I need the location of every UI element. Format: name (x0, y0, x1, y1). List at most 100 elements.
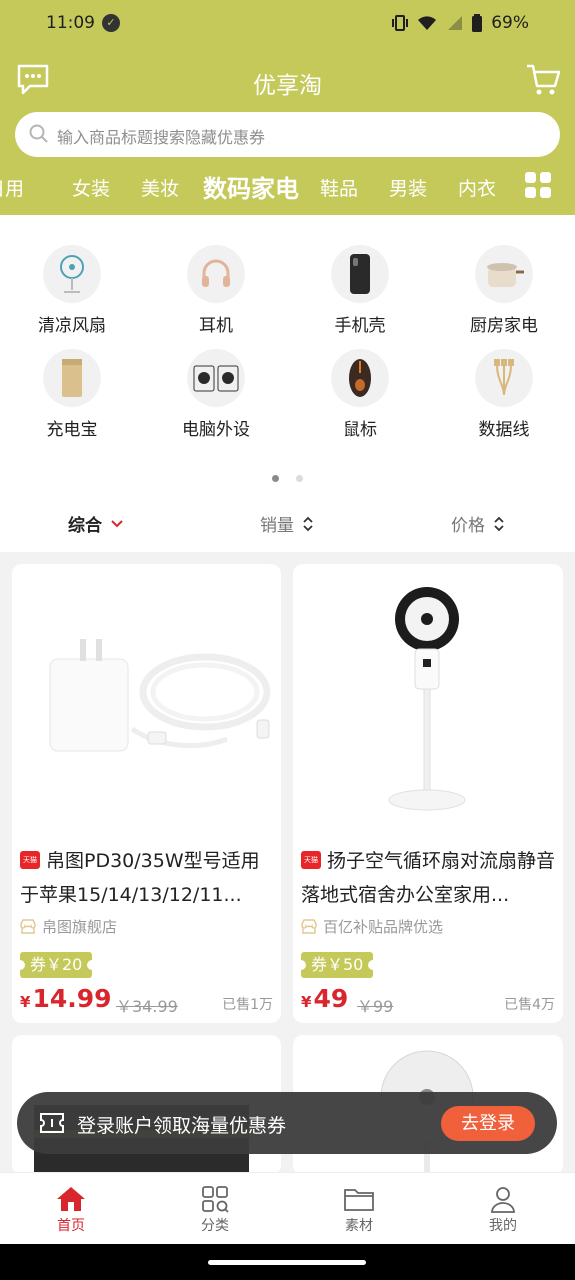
tmall-badge: 天猫 (301, 850, 321, 869)
sort-sales[interactable]: 销量 (260, 511, 314, 536)
cart-icon[interactable] (525, 62, 561, 102)
vibrate-icon (392, 15, 409, 31)
signal-icon (448, 16, 463, 30)
tab-mine[interactable]: 我的 (463, 1183, 543, 1235)
check-icon: ✓ (102, 14, 120, 32)
product-title-text: 帛图PD30/35W型号适用于苹果15/14/13/12/11... (20, 850, 260, 906)
cooker-icon (475, 245, 533, 303)
coupon-badge: 券￥20 (14, 952, 98, 978)
product-title-text: 扬子空气循环扇对流扇静音落地式宿舍办公室家用... (301, 850, 556, 906)
sort-arrows-icon (494, 516, 504, 531)
cable-icon (475, 349, 533, 407)
price-value: 49 (313, 984, 349, 1013)
battery-text: 69% (491, 13, 529, 33)
sold-count: 已售1万 (222, 997, 273, 1013)
tab-label: 素材 (345, 1218, 373, 1234)
price-currency: ¥ (20, 993, 31, 1011)
sold-count: 已售4万 (504, 997, 555, 1013)
subcategory-label: 厨房家电 (470, 316, 538, 336)
page-indicator (272, 475, 303, 482)
shop-name: 帛图旗舰店 (20, 916, 117, 937)
subcategory-label: 鼠标 (343, 420, 377, 440)
tab-label: 分类 (201, 1218, 229, 1234)
app-header: 优享淘 (0, 52, 575, 108)
sort-price-label: 价格 (451, 516, 485, 536)
subcategory-item[interactable]: 厨房家电 (444, 245, 564, 336)
shop-name-text: 帛图旗舰店 (42, 918, 118, 936)
subcategory-item[interactable]: 手机壳 (300, 245, 420, 336)
category-tab[interactable]: 内衣 (458, 174, 496, 201)
tab-home[interactable]: 首页 (31, 1183, 111, 1235)
status-bar: 11:09 ✓ 69% (0, 0, 575, 48)
product-price: ¥49 (301, 984, 348, 1013)
subcategory-item[interactable]: 鼠标 (300, 349, 420, 440)
fan-icon (43, 245, 101, 303)
search-icon (29, 124, 49, 148)
toast-text: 登录账户领取海量优惠券 (77, 1115, 287, 1137)
login-button[interactable]: 去登录 (441, 1106, 535, 1141)
speakers-icon (187, 349, 245, 407)
sort-arrows-icon (303, 516, 313, 531)
folder-icon (319, 1183, 399, 1215)
search-input[interactable]: 输入商品标题搜索隐藏优惠券 (15, 112, 560, 157)
price-currency: ¥ (301, 993, 312, 1011)
product-image (293, 564, 563, 834)
category-tab-active[interactable]: 数码家电 (203, 169, 299, 204)
power-bank-icon (43, 349, 101, 407)
subcategory-item[interactable]: 数据线 (444, 349, 564, 440)
app-title: 优享淘 (253, 73, 322, 99)
subcategory-item[interactable]: 充电宝 (12, 349, 132, 440)
tab-category[interactable]: 分类 (175, 1183, 255, 1235)
status-right: 69% (391, 13, 529, 33)
shop-icon (301, 919, 317, 934)
subcategory-label: 清凉风扇 (38, 316, 106, 336)
category-tab[interactable]: 女装 (72, 174, 110, 201)
page-dot (296, 475, 303, 482)
product-price: ¥14.99 (20, 984, 112, 1013)
login-toast: 登录账户领取海量优惠券 去登录 (17, 1092, 557, 1154)
category-tab[interactable]: 鞋品 (320, 174, 358, 201)
home-gesture-bar[interactable] (208, 1260, 366, 1265)
shop-name-text: 百亿补贴品牌优选 (323, 918, 444, 936)
subcategory-panel: 清凉风扇 耳机 手机壳 厨房家电 充电宝 电脑外设 鼠标 数据线 综合 销量 价… (0, 215, 575, 552)
coupon-icon (39, 1112, 65, 1138)
subcategory-item[interactable]: 清凉风扇 (12, 245, 132, 336)
system-nav-bar (0, 1244, 575, 1280)
category-icon (175, 1183, 255, 1215)
price-value: 14.99 (32, 984, 112, 1013)
subcategory-label: 充电宝 (46, 420, 98, 440)
all-categories-icon[interactable] (525, 172, 551, 202)
original-price: ￥99 (357, 997, 394, 1016)
chevron-down-icon (111, 519, 123, 527)
mouse-icon (331, 349, 389, 407)
user-icon (463, 1183, 543, 1215)
subcategory-label: 数据线 (478, 420, 530, 440)
original-price: ￥34.99 (116, 997, 178, 1016)
category-tab[interactable]: 日用 (0, 174, 24, 201)
sort-overall-label: 综合 (68, 516, 102, 536)
bottom-tab-bar: 首页 分类 素材 我的 (0, 1172, 575, 1244)
battery-icon (472, 14, 483, 32)
headphones-icon (187, 245, 245, 303)
product-card[interactable]: 天猫 帛图PD30/35W型号适用于苹果15/14/13/12/11... 帛图旗… (12, 564, 281, 1023)
category-tab[interactable]: 男装 (389, 174, 427, 201)
tmall-badge: 天猫 (20, 850, 40, 869)
sort-overall[interactable]: 综合 (68, 511, 124, 536)
tab-label: 我的 (489, 1218, 517, 1234)
search-placeholder: 输入商品标题搜索隐藏优惠券 (57, 128, 266, 147)
wifi-icon (418, 16, 437, 30)
home-icon (31, 1183, 111, 1215)
page-dot-active (272, 475, 279, 482)
subcategory-label: 手机壳 (334, 316, 386, 336)
subcategory-label: 耳机 (199, 316, 233, 336)
category-tabs: 日用 女装 美妆 数码家电 鞋品 男装 内衣 (0, 164, 575, 208)
product-card[interactable]: 天猫 扬子空气循环扇对流扇静音落地式宿舍办公室家用... 百亿补贴品牌优选 券￥5… (293, 564, 563, 1023)
shop-name: 百亿补贴品牌优选 (301, 916, 443, 937)
category-tab[interactable]: 美妆 (141, 174, 179, 201)
subcategory-item[interactable]: 耳机 (156, 245, 276, 336)
tab-material[interactable]: 素材 (319, 1183, 399, 1235)
sort-sales-label: 销量 (260, 516, 294, 536)
subcategory-item[interactable]: 电脑外设 (156, 349, 276, 440)
subcategory-label: 电脑外设 (182, 420, 250, 440)
sort-price[interactable]: 价格 (451, 511, 505, 536)
